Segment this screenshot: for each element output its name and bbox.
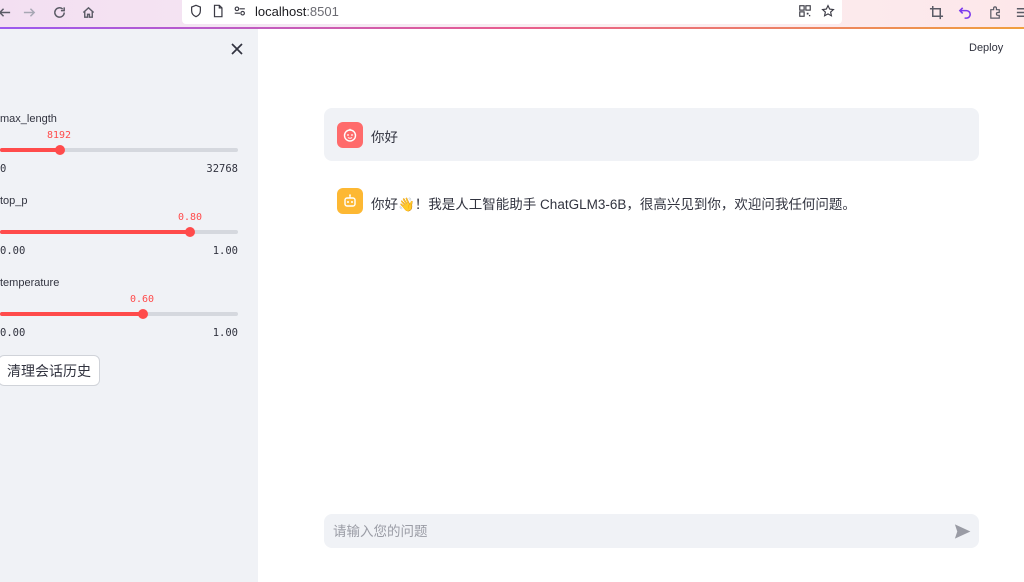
- max-length-label: max_length: [0, 113, 57, 125]
- browser-toolbar: localhost:8501: [0, 0, 1024, 28]
- assistant-message: 你好👋！我是人工智能助手 ChatGLM3-6B，很高兴见到你，欢迎问我任何问题…: [324, 176, 979, 226]
- user-message: 你好: [324, 108, 979, 161]
- bookmark-star-icon[interactable]: [821, 4, 837, 20]
- user-face-icon: [343, 128, 357, 142]
- url-port: :8501: [306, 4, 339, 19]
- url-text: localhost:8501: [255, 4, 339, 19]
- url-host: localhost: [255, 4, 307, 19]
- top-p-value: 0.80: [177, 212, 203, 223]
- top-p-max: 1.00: [212, 245, 238, 257]
- slider-fill: [0, 230, 191, 234]
- temperature-min: 0.00: [0, 327, 26, 339]
- temperature-slider[interactable]: [0, 309, 238, 319]
- assistant-avatar: [337, 188, 363, 214]
- user-message-text: 你好: [371, 130, 398, 145]
- temperature-value: 0.60: [129, 294, 155, 305]
- menu-icon[interactable]: [1012, 3, 1024, 21]
- temperature-label: temperature: [0, 277, 60, 289]
- deploy-button[interactable]: Deploy: [969, 42, 1003, 54]
- temperature-max: 1.00: [212, 327, 238, 339]
- chat-input-box: [324, 514, 979, 548]
- shield-icon[interactable]: [189, 4, 205, 20]
- undo-icon[interactable]: [955, 3, 975, 21]
- max-length-value: 8192: [46, 130, 72, 141]
- slider-thumb[interactable]: [185, 227, 196, 237]
- max-length-min: 0: [0, 163, 7, 175]
- top-p-min: 0.00: [0, 245, 26, 257]
- top-p-label: top_p: [0, 195, 28, 207]
- slider-thumb[interactable]: [54, 145, 65, 155]
- slider-fill: [0, 148, 60, 152]
- close-sidebar-icon[interactable]: [229, 41, 247, 59]
- assistant-message-text: 你好👋！我是人工智能助手 ChatGLM3-6B，很高兴见到你，欢迎问我任何问题…: [371, 197, 856, 212]
- crop-icon[interactable]: [926, 3, 946, 21]
- max-length-max: 32768: [206, 163, 238, 175]
- url-bar[interactable]: localhost:8501: [182, 0, 842, 24]
- slider-fill: [0, 312, 143, 316]
- robot-icon: [344, 194, 356, 207]
- max-length-slider[interactable]: [0, 145, 238, 155]
- send-icon[interactable]: [954, 523, 971, 540]
- slider-thumb[interactable]: [137, 309, 148, 319]
- clear-history-button[interactable]: 清理会话历史: [0, 355, 100, 386]
- reload-icon[interactable]: [49, 3, 69, 21]
- user-avatar: [337, 122, 363, 148]
- extensions-icon[interactable]: [985, 3, 1005, 21]
- qr-code-icon[interactable]: [798, 4, 814, 20]
- home-icon[interactable]: [78, 3, 98, 21]
- top-p-slider[interactable]: [0, 227, 238, 237]
- permissions-icon[interactable]: [233, 4, 249, 20]
- back-icon[interactable]: [0, 3, 14, 21]
- sidebar: max_length 8192 0 32768 top_p 0.80 0.00 …: [0, 29, 258, 582]
- page-icon[interactable]: [211, 4, 227, 20]
- chat-input[interactable]: [324, 514, 944, 548]
- forward-icon[interactable]: [19, 3, 39, 21]
